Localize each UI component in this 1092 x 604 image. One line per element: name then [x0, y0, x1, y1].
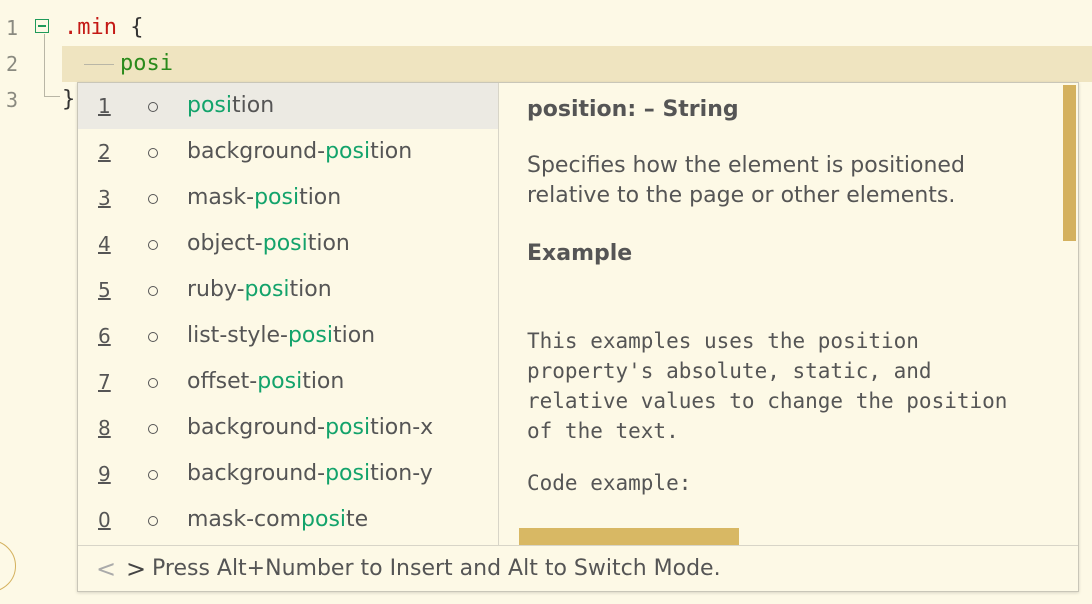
suggestion-list[interactable]: 1 position 2 background-position 3 mask-posit… [78, 83, 498, 545]
suggestion-item[interactable]: 5 ruby-position [78, 267, 498, 313]
suggestion-label: mask-position [187, 175, 341, 221]
label-prefix: ruby- [187, 277, 245, 302]
details-description: Specifies how the element is positioned … [527, 153, 965, 208]
line-number: 2 [6, 52, 19, 76]
label-suffix: tion [289, 277, 332, 302]
property-kind-icon [148, 286, 158, 296]
fold-guide-end [44, 96, 60, 97]
suggest-widget: 1 position 2 background-position 3 mask-posit… [77, 82, 1079, 592]
label-prefix: object- [187, 231, 263, 256]
suggestion-item[interactable]: 4 object-position [78, 221, 498, 267]
open-brace: { [116, 15, 144, 40]
label-suffix: tion [302, 369, 345, 394]
label-match: posi [325, 415, 371, 440]
suggest-status-bar: < > Press Alt+Number to Insert and Alt t… [78, 545, 1078, 591]
property-kind-icon [148, 378, 158, 388]
details-title: position: – String [527, 97, 739, 122]
typed-text[interactable]: posi [120, 46, 173, 82]
suggestion-details[interactable]: position: – String Specifies how the ele… [499, 83, 1078, 545]
label-suffix: tion-x [370, 415, 434, 440]
suggestion-shortcut-number: 1 [98, 94, 111, 118]
details-example-text: This examples uses the position property… [527, 329, 1021, 443]
suggestion-shortcut-number: 7 [98, 370, 111, 394]
property-kind-icon [148, 470, 158, 480]
suggestion-item[interactable]: 0 mask-composite [78, 497, 498, 543]
label-suffix: tion-y [370, 461, 433, 486]
label-prefix: offset- [187, 369, 258, 394]
suggestion-item[interactable]: 6 list-style-position [78, 313, 498, 359]
suggestion-shortcut-number: 8 [98, 416, 111, 440]
status-hint: Press Alt+Number to Insert and Alt to Sw… [152, 556, 721, 581]
line-number: 3 [6, 88, 19, 112]
property-kind-icon [148, 102, 158, 112]
details-scrollbar[interactable] [1062, 83, 1078, 545]
label-match: posi [244, 277, 290, 302]
label-match: posi [301, 507, 347, 532]
property-kind-icon [148, 516, 158, 526]
property-kind-icon [148, 332, 158, 342]
suggestion-label: ruby-position [187, 267, 332, 313]
suggestion-label: position [187, 83, 274, 129]
suggestion-shortcut-number: 5 [98, 278, 111, 302]
editor-line-1[interactable]: 1 [0, 10, 1092, 46]
css-rule-header[interactable]: .min { [64, 10, 143, 46]
label-prefix: background- [187, 461, 326, 486]
suggestion-label: offset-position [187, 359, 344, 405]
suggestion-label: background-position-x [187, 405, 433, 451]
property-kind-icon [148, 194, 158, 204]
label-suffix: tion [370, 139, 413, 164]
suggestion-shortcut-number: 9 [98, 462, 111, 486]
indent-guide [84, 64, 114, 65]
label-match: posi [262, 231, 308, 256]
details-code-block [519, 528, 739, 545]
suggestion-shortcut-number: 4 [98, 232, 111, 256]
line-number: 1 [6, 16, 19, 40]
suggestion-label: object-position [187, 221, 350, 267]
label-match: posi [325, 139, 371, 164]
fold-guide-line [44, 34, 45, 96]
label-match: posi [187, 93, 232, 118]
label-prefix: list-style- [187, 323, 288, 348]
chevron-left-icon[interactable]: < [96, 546, 116, 592]
close-brace: } [62, 87, 76, 112]
label-suffix: tion [332, 323, 376, 348]
label-suffix: tion [307, 231, 350, 256]
suggestion-item[interactable]: 8 background-position-x [78, 405, 498, 451]
label-suffix: te [346, 507, 369, 532]
fold-collapse-icon[interactable] [35, 19, 49, 33]
label-prefix: background- [187, 139, 326, 164]
css-selector: .min [64, 15, 117, 40]
details-scrollbar-thumb[interactable] [1063, 85, 1076, 241]
label-match: posi [325, 461, 371, 486]
label-match: posi [257, 369, 303, 394]
suggestion-item[interactable]: 2 background-position [78, 129, 498, 175]
property-kind-icon [148, 424, 158, 434]
suggestion-label: background-position-y [187, 451, 433, 497]
label-prefix: background- [187, 415, 326, 440]
suggestion-shortcut-number: 3 [98, 186, 111, 210]
label-suffix: tion [299, 185, 342, 210]
suggestion-shortcut-number: 2 [98, 140, 111, 164]
property-kind-icon [148, 240, 158, 250]
suggestion-label: background-position [187, 129, 412, 175]
suggestion-label: mask-composite [187, 497, 368, 543]
suggestion-item[interactable]: 7 offset-position [78, 359, 498, 405]
details-example-heading: Example [527, 241, 633, 266]
property-kind-icon [148, 148, 158, 158]
label-match: posi [287, 323, 333, 348]
suggestion-item[interactable]: 1 position [78, 83, 498, 129]
chevron-right-icon[interactable]: > [126, 546, 146, 592]
suggestion-item[interactable]: 3 mask-position [78, 175, 498, 221]
suggestion-item[interactable]: 9 background-position-y [78, 451, 498, 497]
label-suffix: tion [232, 93, 275, 118]
details-code-label: Code example: [527, 471, 692, 495]
suggestion-shortcut-number: 6 [98, 324, 111, 348]
suggestion-shortcut-number: 0 [98, 508, 111, 532]
label-prefix: mask-com [187, 507, 302, 532]
suggestion-label: list-style-position [187, 313, 375, 359]
label-match: posi [254, 185, 300, 210]
label-prefix: mask- [187, 185, 255, 210]
